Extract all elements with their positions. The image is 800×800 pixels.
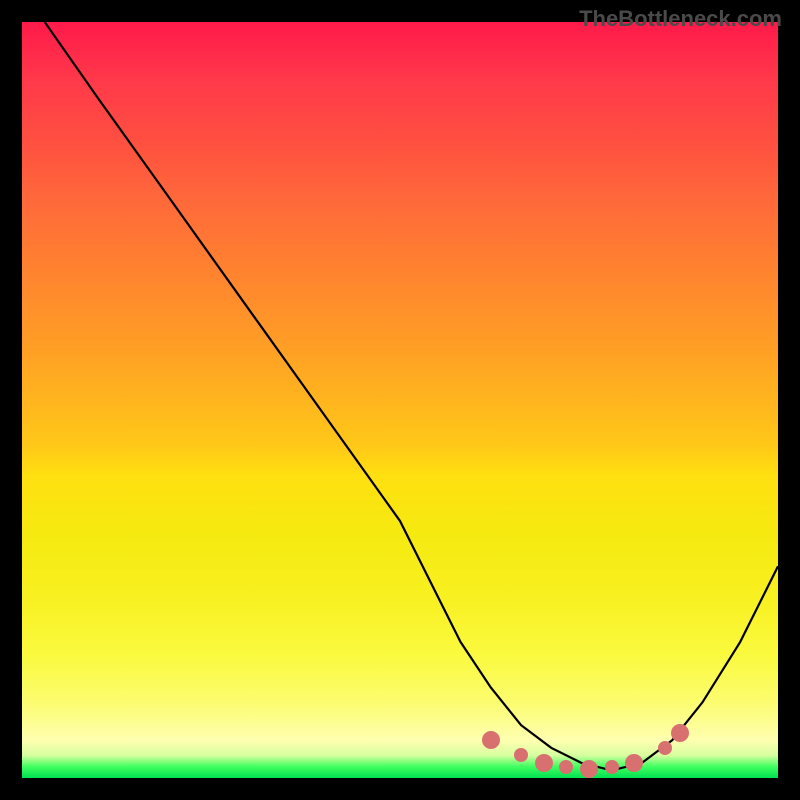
curve-marker [482, 731, 500, 749]
curve-path [45, 22, 778, 770]
curve-marker [625, 754, 643, 772]
curve-marker [605, 760, 619, 774]
chart-plot-area [22, 22, 778, 778]
curve-marker [658, 741, 672, 755]
curve-marker [580, 760, 598, 778]
curve-marker [514, 748, 528, 762]
watermark-text: TheBottleneck.com [579, 6, 782, 32]
curve-marker [559, 760, 573, 774]
bottleneck-curve [22, 22, 778, 778]
curve-marker [671, 724, 689, 742]
curve-marker [535, 754, 553, 772]
